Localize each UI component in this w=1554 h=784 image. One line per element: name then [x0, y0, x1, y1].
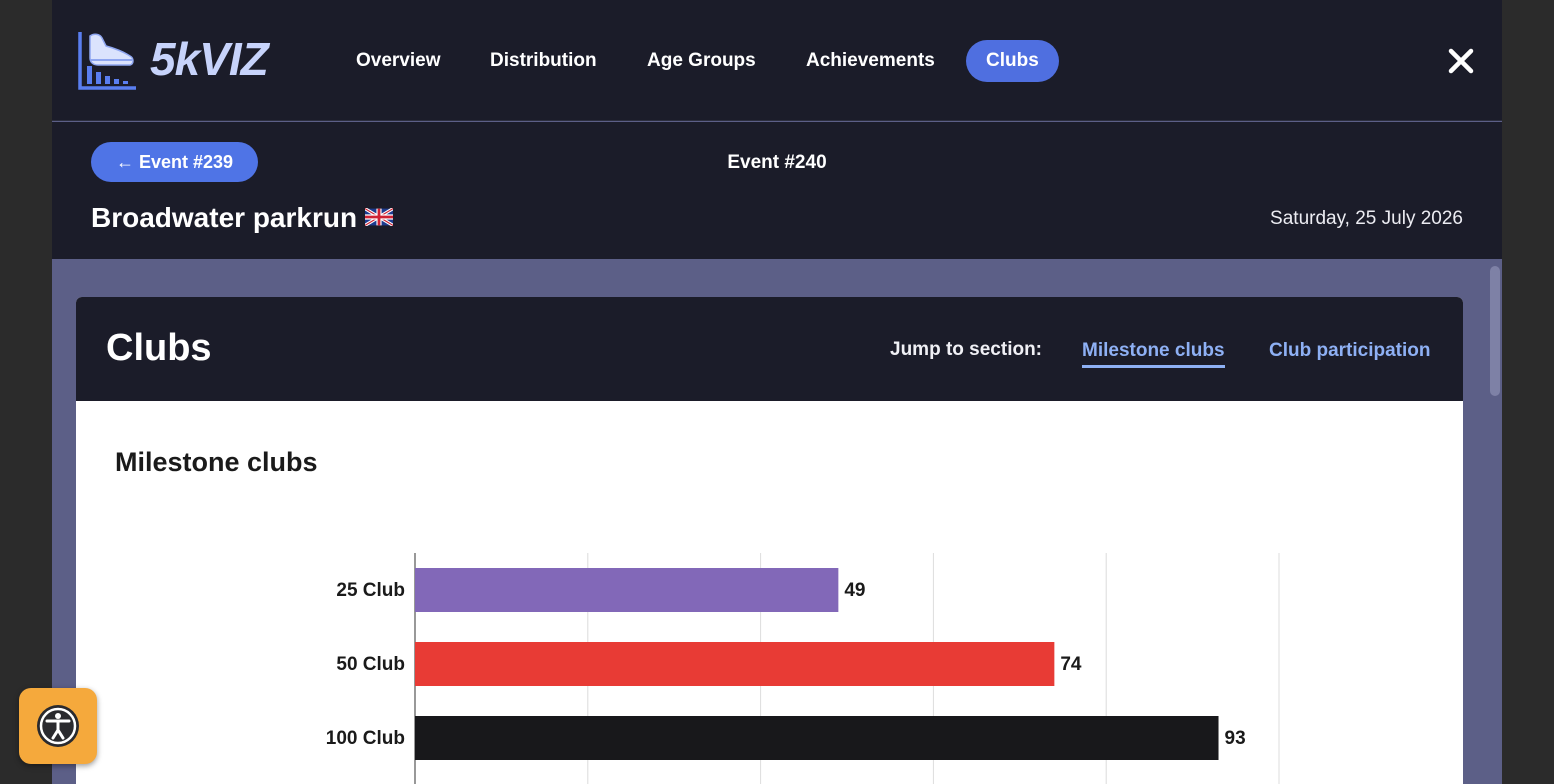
top-navigation: 5kVIZ Overview Distribution Age Groups A… [52, 0, 1502, 121]
clubs-header: Clubs Jump to section: Milestone clubs C… [76, 297, 1463, 401]
category-label: 25 Club [336, 580, 405, 601]
data-label: 93 [1225, 728, 1246, 749]
event-number: Event #240 [727, 152, 827, 173]
scrollbar-thumb[interactable] [1490, 266, 1500, 396]
close-icon [1448, 48, 1474, 74]
clubs-title: Clubs [106, 327, 212, 369]
milestone-clubs-section: Milestone clubs 25 Club 49 50 Club 74 100 Cl… [76, 401, 1463, 784]
data-label: 49 [844, 580, 865, 601]
data-label: 74 [1060, 654, 1082, 675]
event-title: Broadwater parkrun [91, 202, 394, 234]
bar-50-club[interactable] [415, 642, 1055, 686]
bar-25-club[interactable] [415, 568, 839, 612]
jump-link-milestone-clubs[interactable]: Milestone clubs [1082, 340, 1225, 368]
jump-to-section-label: Jump to section: [890, 339, 1043, 360]
event-name: Broadwater parkrun [91, 202, 358, 233]
scrollbar[interactable] [1488, 260, 1502, 784]
logo-text: 5kVIZ [150, 33, 269, 85]
nav-age-groups[interactable]: Age Groups [627, 40, 776, 82]
nav-distribution[interactable]: Distribution [470, 40, 617, 82]
nav-clubs[interactable]: Clubs [966, 40, 1059, 82]
app-window: 5kVIZ Overview Distribution Age Groups A… [52, 0, 1502, 784]
category-label: 50 Club [336, 654, 405, 675]
jump-link-club-participation[interactable]: Club participation [1269, 340, 1431, 362]
accessibility-icon [37, 705, 79, 747]
event-date: Saturday, 25 July 2026 [1270, 208, 1463, 229]
logo[interactable]: 5kVIZ [76, 30, 316, 92]
milestone-clubs-chart: 25 Club 49 50 Club 74 100 Club 93 [326, 553, 1280, 784]
category-label: 100 Club [326, 728, 405, 749]
running-shoe-chart-icon [78, 32, 136, 90]
uk-flag-icon [365, 207, 394, 226]
nav-overview[interactable]: Overview [336, 40, 461, 82]
bar-100-club[interactable] [415, 716, 1219, 760]
event-bar: ← Event #239 Event #240 Broadwater parkr… [52, 122, 1502, 259]
accessibility-button[interactable] [19, 688, 97, 764]
close-button[interactable] [1444, 44, 1478, 78]
nav-achievements[interactable]: Achievements [786, 40, 955, 82]
clubs-card: Clubs Jump to section: Milestone clubs C… [76, 297, 1463, 784]
